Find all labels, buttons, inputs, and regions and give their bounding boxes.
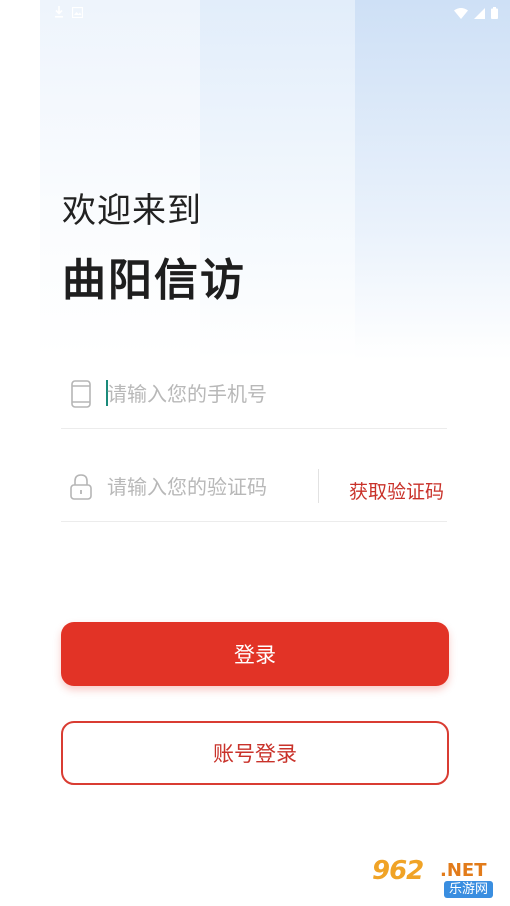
image-icon <box>71 3 84 22</box>
account-login-button[interactable]: 账号登录 <box>61 721 449 785</box>
lock-icon <box>69 473 93 500</box>
download-icon <box>54 3 64 22</box>
status-bar <box>0 0 510 22</box>
battery-icon <box>491 4 498 23</box>
field-divider <box>318 469 319 503</box>
login-button[interactable]: 登录 <box>61 622 449 686</box>
watermark-sub-text: 乐游网 <box>444 881 494 898</box>
greeting-text: 欢迎来到 <box>62 191 202 231</box>
phone-icon <box>69 380 93 408</box>
signal-icon <box>474 4 485 23</box>
status-bar-right <box>454 4 498 23</box>
verification-code-field: 获取验证码 <box>61 461 447 522</box>
status-bar-left <box>54 3 84 22</box>
app-name-title: 曲阳信访 <box>62 255 246 306</box>
verification-code-input[interactable] <box>107 471 307 503</box>
phone-field <box>61 368 447 429</box>
get-code-button[interactable]: 获取验证码 <box>349 477 444 504</box>
wifi-icon <box>454 4 468 23</box>
watermark-logo: 962 .NET 乐游网 <box>372 856 504 900</box>
watermark-main-text: 962 <box>372 856 424 886</box>
phone-input[interactable] <box>107 378 407 410</box>
watermark-suffix: .NET <box>440 860 487 881</box>
background-band-right <box>355 0 510 360</box>
